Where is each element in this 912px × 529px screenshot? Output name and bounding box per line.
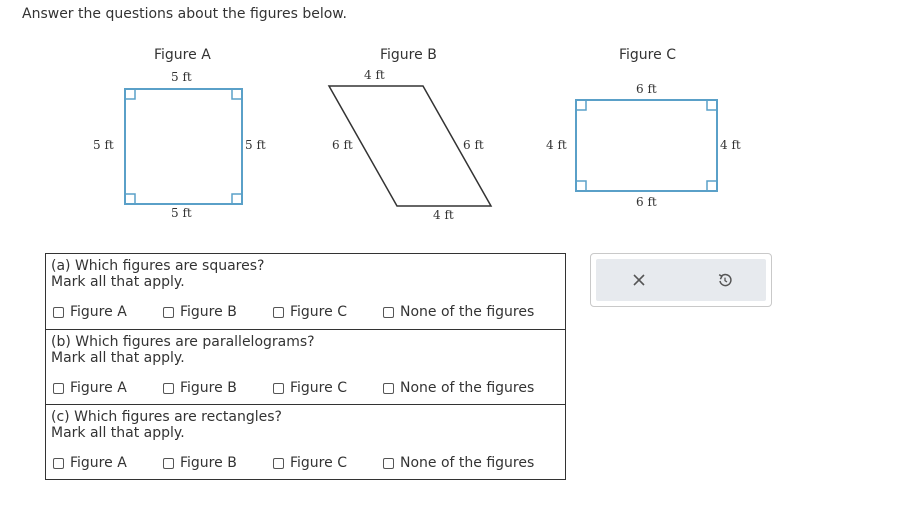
checkbox[interactable] bbox=[383, 382, 394, 394]
answer-toolbar bbox=[596, 259, 766, 301]
checkbox[interactable] bbox=[163, 382, 174, 394]
checkbox[interactable] bbox=[163, 457, 174, 469]
qb-option-figure-a[interactable]: Figure A bbox=[53, 380, 127, 396]
question-c: (c) Which figures are rectangles? Mark a… bbox=[46, 405, 565, 479]
figure-a-right-label: 5 ft bbox=[245, 138, 266, 152]
checkbox[interactable] bbox=[273, 382, 284, 394]
qc-option-none[interactable]: None of the figures bbox=[383, 455, 534, 471]
question-a: (a) Which figures are squares? Mark all … bbox=[46, 254, 565, 329]
figure-c-bottom-label: 6 ft bbox=[636, 195, 657, 209]
checkbox[interactable] bbox=[53, 457, 64, 469]
figures-canvas: 5 ft 5 ft 5 ft 5 ft 4 ft 6 ft 6 ft 4 ft … bbox=[93, 68, 741, 222]
figure-b-right-label: 6 ft bbox=[463, 138, 484, 152]
figure-a-bottom-label: 5 ft bbox=[171, 206, 192, 220]
qc-option-figure-c[interactable]: Figure C bbox=[273, 455, 347, 471]
question-b-prompt: (b) Which figures are parallelograms? bbox=[51, 334, 315, 350]
qc-option-figure-b[interactable]: Figure B bbox=[163, 455, 237, 471]
qa-option-none[interactable]: None of the figures bbox=[383, 304, 534, 320]
qb-option-none[interactable]: None of the figures bbox=[383, 380, 534, 396]
figure-a-left-label: 5 ft bbox=[93, 138, 114, 152]
figure-b-parallelogram: 4 ft 6 ft 6 ft 4 ft bbox=[327, 68, 493, 222]
question-b: (b) Which figures are parallelograms? Ma… bbox=[46, 330, 565, 404]
question-c-prompt: (c) Which figures are rectangles? bbox=[51, 409, 282, 425]
figure-a-top-label: 5 ft bbox=[171, 70, 192, 84]
figure-c-rectangle: 6 ft 4 ft 4 ft 6 ft bbox=[546, 82, 741, 209]
question-a-instruction: Mark all that apply. bbox=[51, 274, 185, 290]
question-c-instruction: Mark all that apply. bbox=[51, 425, 185, 441]
figure-a-square: 5 ft 5 ft 5 ft 5 ft bbox=[93, 70, 266, 220]
question-a-prompt: (a) Which figures are squares? bbox=[51, 258, 265, 274]
x-icon bbox=[633, 274, 645, 286]
undo-icon bbox=[718, 273, 732, 287]
figure-c-right-label: 4 ft bbox=[720, 138, 741, 152]
clear-button[interactable] bbox=[627, 268, 651, 292]
figure-b-bottom-label: 4 ft bbox=[433, 208, 454, 222]
reset-button[interactable] bbox=[713, 268, 737, 292]
checkbox[interactable] bbox=[273, 457, 284, 469]
qa-option-figure-c[interactable]: Figure C bbox=[273, 304, 347, 320]
qc-option-figure-a[interactable]: Figure A bbox=[53, 455, 127, 471]
checkbox[interactable] bbox=[163, 306, 174, 318]
checkbox[interactable] bbox=[53, 382, 64, 394]
qa-option-figure-a[interactable]: Figure A bbox=[53, 304, 127, 320]
figure-c-left-label: 4 ft bbox=[546, 138, 567, 152]
figure-b-left-label: 6 ft bbox=[332, 138, 353, 152]
checkbox[interactable] bbox=[383, 306, 394, 318]
qb-option-figure-c[interactable]: Figure C bbox=[273, 380, 347, 396]
checkbox[interactable] bbox=[383, 457, 394, 469]
qb-option-figure-b[interactable]: Figure B bbox=[163, 380, 237, 396]
questions-table: (a) Which figures are squares? Mark all … bbox=[45, 253, 566, 480]
answer-toolbox bbox=[590, 253, 772, 307]
checkbox[interactable] bbox=[53, 306, 64, 318]
figure-c-top-label: 6 ft bbox=[636, 82, 657, 96]
checkbox[interactable] bbox=[273, 306, 284, 318]
figure-b-top-label: 4 ft bbox=[364, 68, 385, 82]
qa-option-figure-b[interactable]: Figure B bbox=[163, 304, 237, 320]
question-b-instruction: Mark all that apply. bbox=[51, 350, 185, 366]
